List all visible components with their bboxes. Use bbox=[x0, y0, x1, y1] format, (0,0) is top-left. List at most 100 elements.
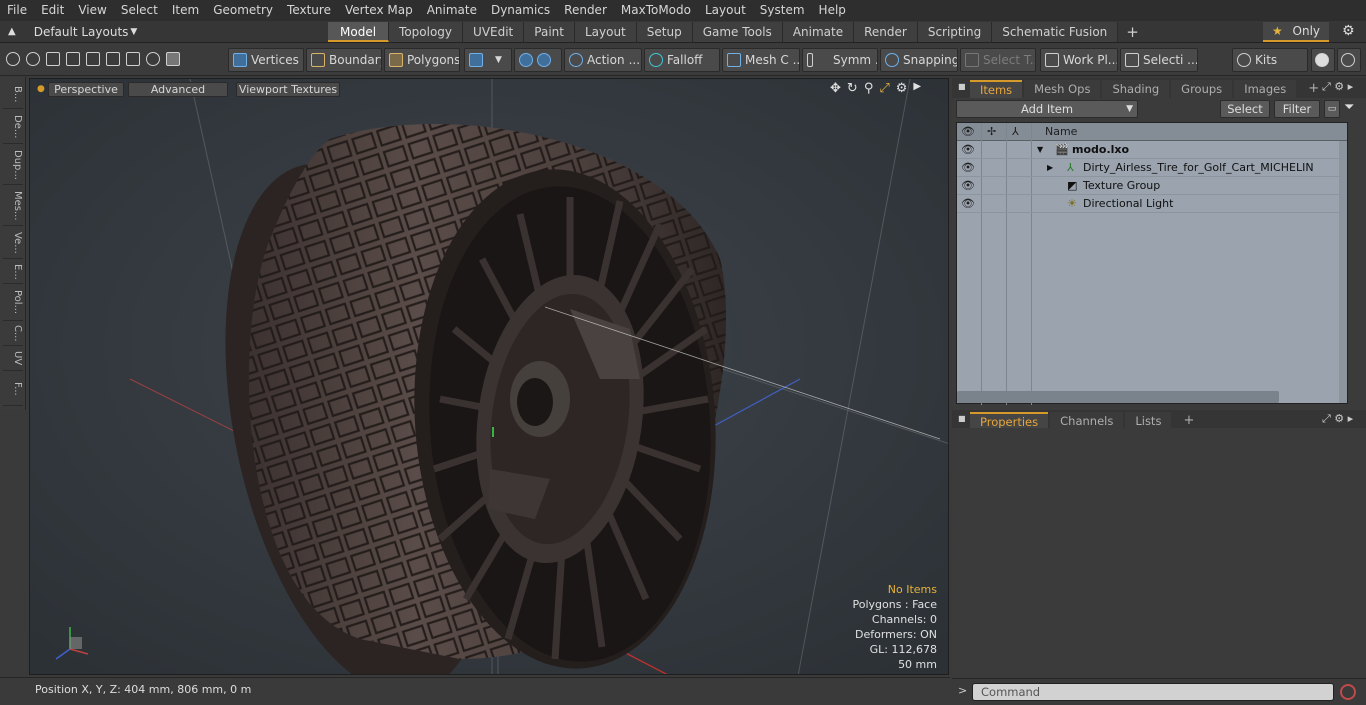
frame-icon[interactable] bbox=[126, 52, 140, 66]
menu-system[interactable]: System bbox=[753, 0, 812, 21]
move-view-icon[interactable]: ✥ bbox=[830, 81, 841, 96]
boundary-button[interactable]: Boundary bbox=[306, 48, 382, 72]
brush-icon[interactable] bbox=[66, 52, 80, 66]
collapse-button[interactable]: ▭ bbox=[1324, 100, 1340, 118]
viewport-textures-button[interactable]: Viewport Textures bbox=[236, 82, 340, 97]
list-item[interactable]: 👁 ◩ Texture Group bbox=[957, 177, 1347, 195]
tab-animate[interactable]: Animate bbox=[782, 22, 855, 42]
tab-game-tools[interactable]: Game Tools bbox=[692, 22, 783, 42]
zoom-view-icon[interactable]: ⚲ bbox=[864, 81, 874, 96]
menu-edit[interactable]: Edit bbox=[34, 0, 71, 21]
menu-view[interactable]: View bbox=[71, 0, 113, 21]
work-plane-button[interactable]: Work Pl... bbox=[1040, 48, 1118, 72]
menu-vertex-map[interactable]: Vertex Map bbox=[338, 0, 420, 21]
viewport-expand-icon[interactable]: ▶ bbox=[913, 81, 921, 96]
menu-render[interactable]: Render bbox=[557, 0, 614, 21]
tab-paint[interactable]: Paint bbox=[524, 22, 575, 42]
layout-dropdown[interactable]: ▲ Default Layouts ▼ bbox=[8, 21, 137, 43]
action-center-button[interactable]: Action... bbox=[564, 48, 642, 72]
clock-icon[interactable] bbox=[146, 52, 160, 66]
vtab-deform[interactable]: De... bbox=[3, 110, 23, 144]
vtab-mesh-edit[interactable]: Mes... bbox=[3, 186, 23, 226]
eye-icon[interactable]: 👁 bbox=[961, 162, 975, 174]
list-item[interactable]: 👁 ▼ 🎬 modo.lxo bbox=[957, 141, 1347, 159]
panel-expand-icon[interactable]: ⤢ ⚙ ▸ bbox=[1322, 412, 1353, 426]
tab-mesh-ops[interactable]: Mesh Ops bbox=[1024, 80, 1101, 98]
tab-render[interactable]: Render bbox=[854, 22, 918, 42]
move-icon[interactable] bbox=[106, 52, 120, 66]
name-column-header[interactable]: Name bbox=[1045, 123, 1077, 140]
vtab-polygon[interactable]: Pol... bbox=[3, 285, 23, 321]
cube-icon[interactable] bbox=[166, 52, 180, 66]
unreal-button[interactable] bbox=[1337, 48, 1361, 72]
selection-sets-button[interactable]: Selecti ... bbox=[1120, 48, 1198, 72]
menu-help[interactable]: Help bbox=[812, 0, 853, 21]
list-item[interactable]: 👁 ▶ ⅄ Dirty_Airless_Tire_for_Golf_Cart_M… bbox=[957, 159, 1347, 177]
filter-button[interactable]: Filter bbox=[1274, 100, 1320, 118]
falloff-button[interactable]: Falloff bbox=[644, 48, 720, 72]
menu-dynamics[interactable]: Dynamics bbox=[484, 0, 557, 21]
tab-images[interactable]: Images bbox=[1234, 80, 1297, 98]
tab-items[interactable]: Items bbox=[970, 80, 1023, 98]
gear-icon[interactable]: ⚙ bbox=[1342, 23, 1355, 39]
mesh-constraints-button[interactable]: Mesh C ... bbox=[722, 48, 800, 72]
unity-button[interactable] bbox=[1311, 48, 1335, 72]
list-item[interactable]: 👁 ☀ Directional Light bbox=[957, 195, 1347, 213]
eye-icon[interactable]: 👁 bbox=[961, 198, 975, 210]
tab-model[interactable]: Model bbox=[328, 22, 390, 42]
vtab-duplicate[interactable]: Dup... bbox=[3, 145, 23, 185]
panel-expand-icon[interactable]: ⤢ ⚙ ▸ bbox=[1322, 80, 1353, 94]
kits-button[interactable]: Kits bbox=[1232, 48, 1308, 72]
snapping-button[interactable]: Snapping bbox=[880, 48, 958, 72]
vertices-button[interactable]: Vertices bbox=[228, 48, 304, 72]
menu-maxtomodo[interactable]: MaxToModo bbox=[614, 0, 698, 21]
tab-topology[interactable]: Topology bbox=[389, 22, 464, 42]
item-list-hscrollbar[interactable] bbox=[957, 391, 1279, 403]
eye-icon[interactable]: 👁 bbox=[961, 180, 975, 192]
menu-layout[interactable]: Layout bbox=[698, 0, 753, 21]
menu-texture[interactable]: Texture bbox=[280, 0, 338, 21]
record-icon[interactable] bbox=[1340, 684, 1356, 700]
panel-menu-icon[interactable]: ■ bbox=[958, 82, 966, 91]
rotate-view-icon[interactable]: ↻ bbox=[847, 81, 858, 96]
select-through-button[interactable]: Select T... bbox=[960, 48, 1036, 72]
menu-geometry[interactable]: Geometry bbox=[206, 0, 280, 21]
tab-scripting[interactable]: Scripting bbox=[917, 22, 993, 42]
polygons-button[interactable]: Polygons bbox=[384, 48, 460, 72]
panel-menu-icon[interactable]: ■ bbox=[958, 414, 966, 423]
tab-layout[interactable]: Layout bbox=[574, 22, 637, 42]
circle-select-icon[interactable] bbox=[6, 52, 20, 66]
material-mode-button[interactable]: ▼ bbox=[464, 48, 512, 72]
vtab-basic[interactable]: B... bbox=[3, 81, 23, 109]
item-list-scrollbar[interactable] bbox=[1339, 141, 1347, 403]
select-button[interactable]: Select bbox=[1220, 100, 1270, 118]
3d-viewport[interactable]: ● Perspective Advanced Viewport Textures… bbox=[29, 78, 949, 675]
symmetry-button[interactable]: Symm ... bbox=[802, 48, 878, 72]
collapse-arrow-icon[interactable]: ▼ bbox=[1037, 141, 1043, 159]
add-item-button[interactable]: Add Item ▼ bbox=[956, 100, 1138, 118]
eye-icon[interactable]: 👁 bbox=[961, 144, 975, 156]
pen-icon[interactable] bbox=[46, 52, 60, 66]
vtab-vertex[interactable]: Ve... bbox=[3, 227, 23, 259]
menu-animate[interactable]: Animate bbox=[420, 0, 484, 21]
globe-icon[interactable] bbox=[26, 52, 40, 66]
vtab-fusion[interactable]: F... bbox=[3, 372, 23, 406]
align-icon[interactable] bbox=[86, 52, 100, 66]
tab-uvedit[interactable]: UVEdit bbox=[463, 22, 525, 42]
vtab-uv[interactable]: UV bbox=[3, 347, 23, 371]
expand-arrow-icon[interactable]: ▶ bbox=[1047, 159, 1053, 177]
tab-shading[interactable]: Shading bbox=[1102, 80, 1170, 98]
vtab-edge[interactable]: E... bbox=[3, 260, 23, 284]
menu-select[interactable]: Select bbox=[114, 0, 165, 21]
tab-setup[interactable]: Setup bbox=[636, 22, 693, 42]
vtab-curve[interactable]: C... bbox=[3, 322, 23, 346]
snap-toggle-button[interactable] bbox=[514, 48, 562, 72]
fit-view-icon[interactable]: ⤢ bbox=[879, 81, 889, 96]
tab-schematic-fusion[interactable]: Schematic Fusion bbox=[992, 22, 1119, 42]
viewport-advanced-button[interactable]: Advanced bbox=[128, 82, 228, 97]
menu-file[interactable]: File bbox=[0, 0, 34, 21]
add-tab-button[interactable]: + bbox=[1118, 22, 1147, 42]
command-input[interactable]: Command bbox=[972, 683, 1334, 701]
menu-item[interactable]: Item bbox=[165, 0, 206, 21]
viewport-gear-icon[interactable]: ⚙ bbox=[896, 81, 908, 96]
